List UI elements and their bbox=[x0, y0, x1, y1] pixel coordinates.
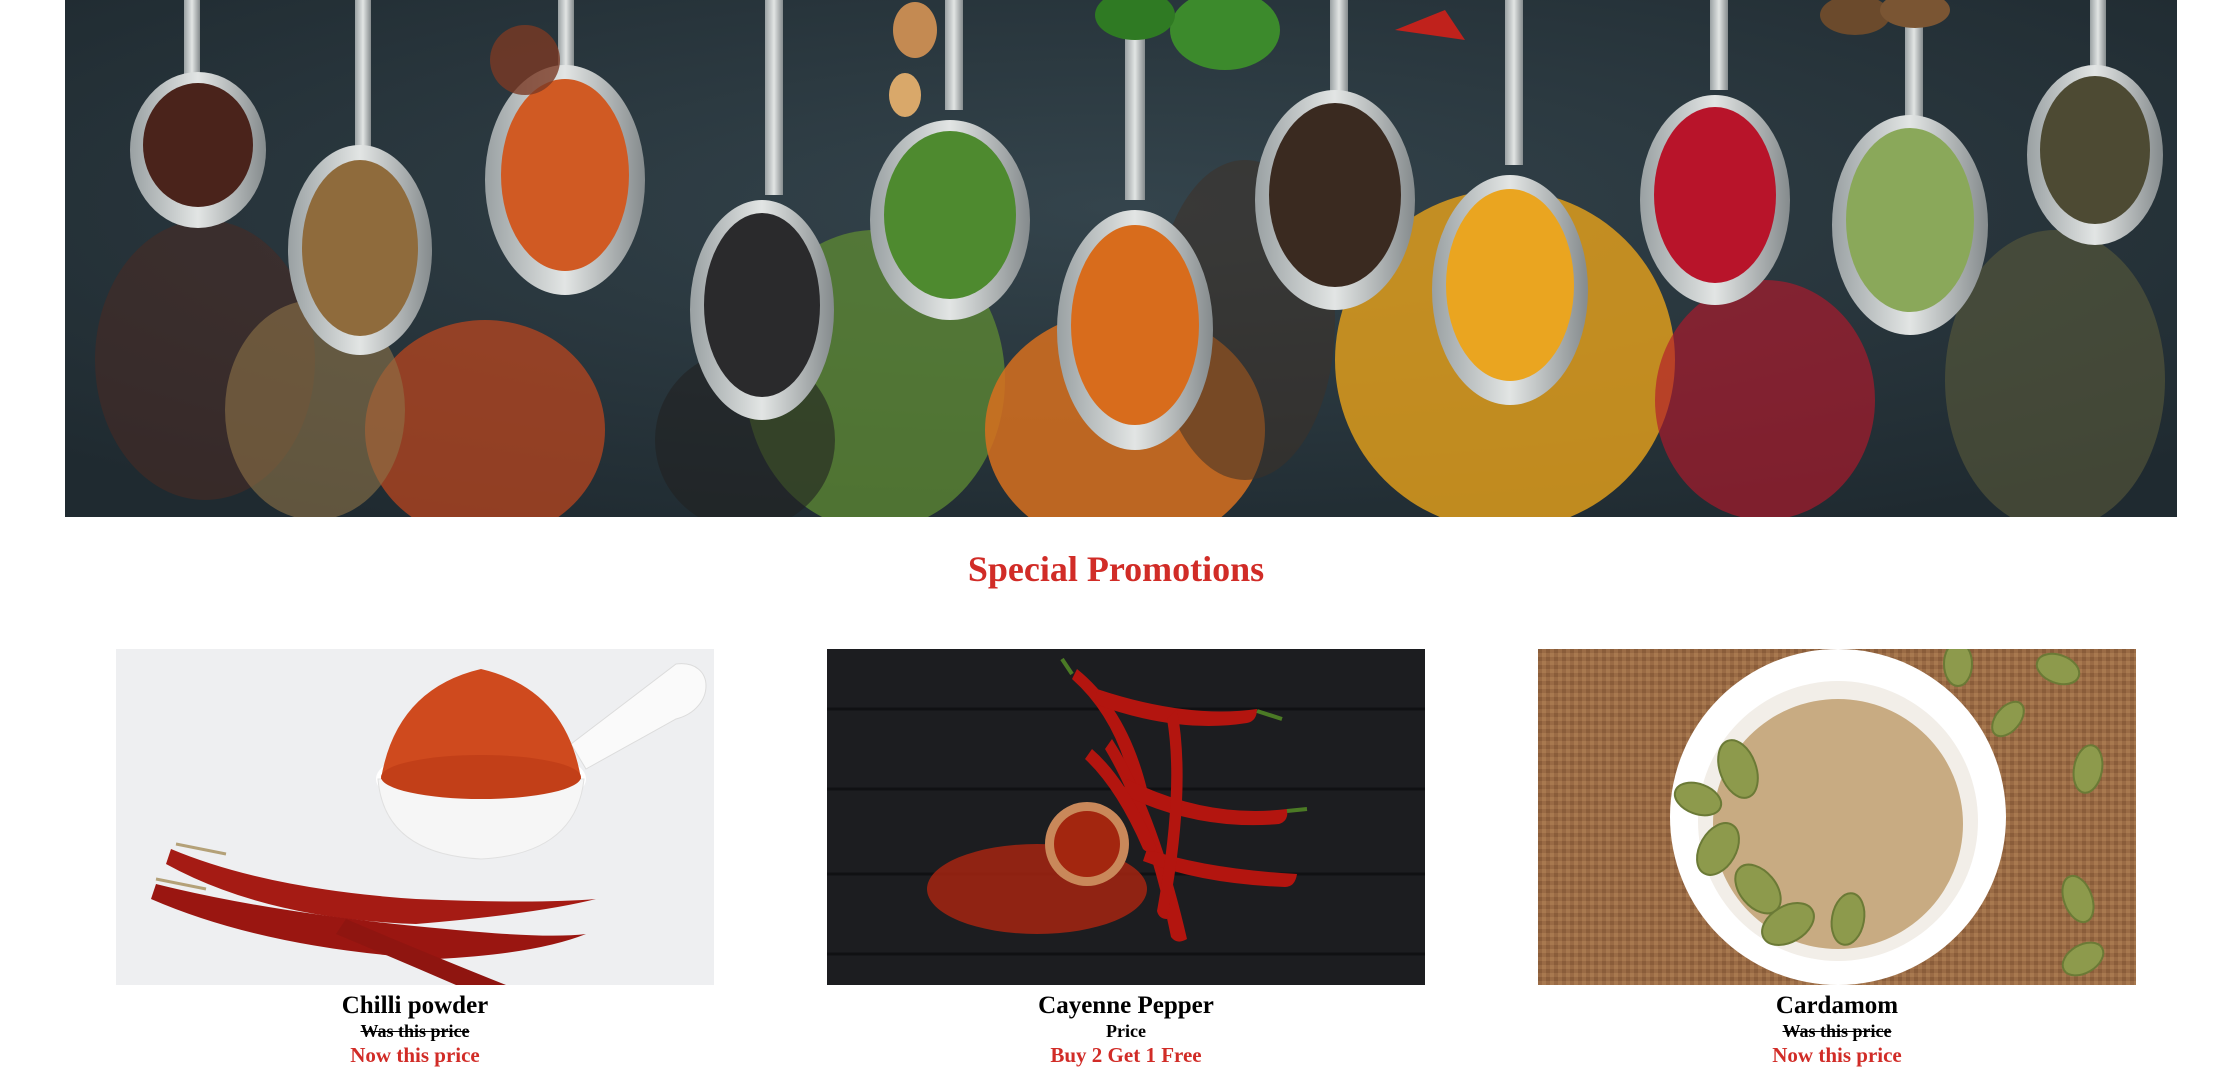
price-label: Price bbox=[1106, 1021, 1146, 1041]
section-title: Special Promotions bbox=[967, 549, 1265, 589]
new-price: Now this price bbox=[350, 1043, 480, 1067]
product-card-cardamom[interactable]: Cardamom Was this price Now this price bbox=[1538, 649, 2136, 1068]
chilli-powder-photo[interactable] bbox=[116, 649, 714, 985]
new-price: Now this price bbox=[1772, 1043, 1902, 1067]
product-name[interactable]: Cardamom bbox=[1538, 991, 2136, 1020]
product-card-cayenne-pepper[interactable]: Cayenne Pepper Price Buy 2 Get 1 Free bbox=[827, 649, 1425, 1068]
product-name[interactable]: Chilli powder bbox=[116, 991, 714, 1020]
cayenne-pepper-photo[interactable] bbox=[827, 649, 1425, 985]
product-card-chilli-powder[interactable]: Chilli powder Was this price Now this pr… bbox=[116, 649, 714, 1068]
old-price: Was this price bbox=[360, 1021, 470, 1041]
old-price: Was this price bbox=[1782, 1021, 1892, 1041]
promo-offer: Buy 2 Get 1 Free bbox=[1050, 1043, 1202, 1067]
hero-banner-image bbox=[65, 0, 2177, 517]
product-name[interactable]: Cayenne Pepper bbox=[827, 991, 1425, 1020]
spices-illustration bbox=[65, 0, 2177, 517]
cardamom-photo[interactable] bbox=[1538, 649, 2136, 985]
